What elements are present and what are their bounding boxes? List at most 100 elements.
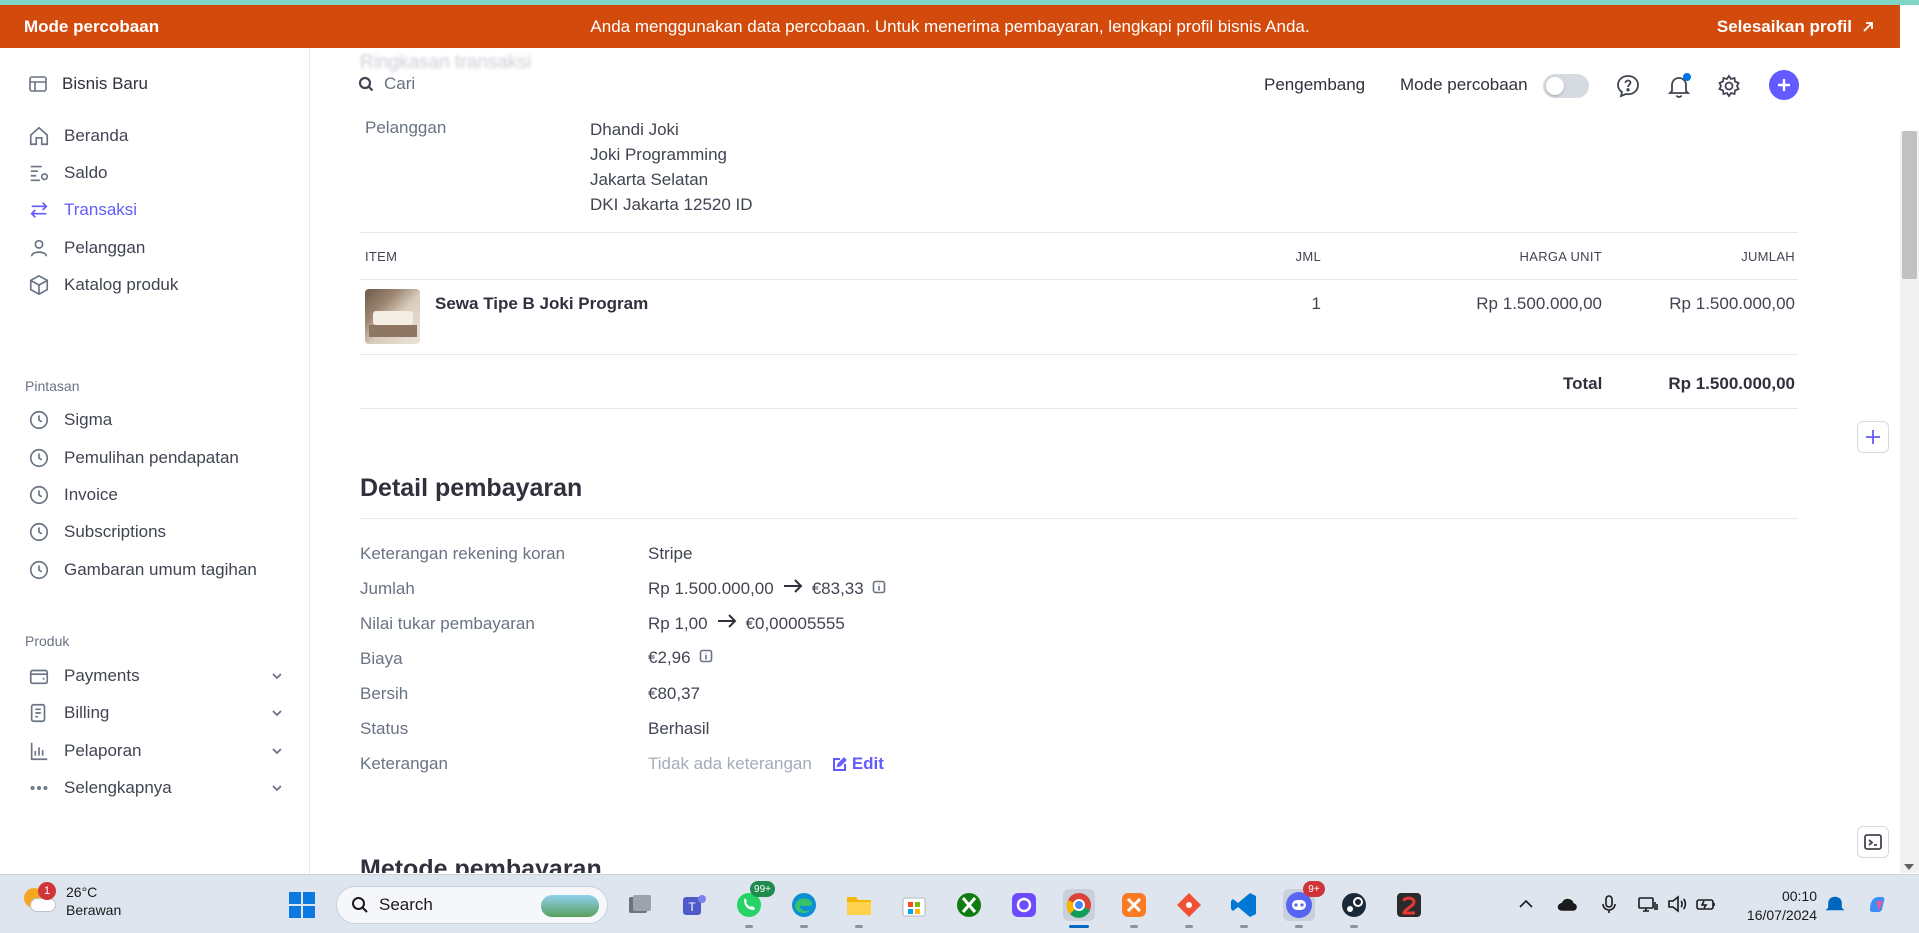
- complete-profile-label: Selesaikan profil: [1716, 16, 1852, 36]
- shortcut-invoice[interactable]: Invoice: [28, 481, 284, 509]
- scroll-down-arrow-icon[interactable]: [1903, 862, 1915, 872]
- info-icon[interactable]: [872, 579, 886, 599]
- chevron-down-icon: [272, 748, 282, 755]
- note-value: Tidak ada keterangan Edit: [648, 754, 884, 774]
- statement-descriptor-label: Keterangan rekening koran: [360, 544, 566, 563]
- xampp-app[interactable]: [1118, 889, 1150, 928]
- start-button[interactable]: [286, 889, 318, 921]
- system-clock[interactable]: 00:10 16/07/2024: [1737, 887, 1817, 925]
- battery-tray[interactable]: [1695, 893, 1717, 915]
- gear-icon: [1718, 74, 1740, 98]
- edit-label: Edit: [851, 754, 884, 773]
- rate-original: Rp 1,00: [648, 613, 708, 633]
- weather-badge: 1: [38, 882, 56, 900]
- customer-region: DKI Jakarta 12520 ID: [590, 195, 753, 214]
- task-view-button[interactable]: [623, 889, 655, 921]
- shortcut-subscriptions[interactable]: Subscriptions: [28, 518, 284, 546]
- shell-button[interactable]: [1857, 826, 1889, 858]
- show-hidden-icons[interactable]: [1515, 893, 1537, 915]
- complete-profile-link[interactable]: Selesaikan profil: [1717, 17, 1876, 37]
- divider: [360, 354, 1798, 355]
- copilot-icon: [1870, 897, 1885, 912]
- search-placeholder: Cari: [384, 74, 416, 93]
- git-app[interactable]: [1173, 889, 1205, 928]
- test-mode-label: Mode percobaan: [1400, 75, 1528, 94]
- steam-app[interactable]: [1338, 889, 1370, 928]
- home-icon: [29, 126, 49, 146]
- file-explorer-app[interactable]: [843, 889, 875, 928]
- net-label: Bersih: [360, 684, 409, 703]
- edge-icon: [792, 893, 816, 917]
- divider: [360, 279, 1798, 280]
- taskbar-search-label: Search: [379, 895, 433, 914]
- shortcut-revenue-recovery[interactable]: Pemulihan pendapatan: [28, 444, 284, 472]
- divider: [360, 518, 1798, 519]
- proton-app[interactable]: [1008, 889, 1040, 921]
- test-mode-toggle[interactable]: [1543, 74, 1589, 98]
- teams-icon: T: [683, 895, 706, 915]
- volume-tray[interactable]: [1666, 893, 1688, 915]
- store-app[interactable]: [898, 889, 930, 921]
- clock-date: 16/07/2024: [1746, 907, 1817, 923]
- xampp-icon: [1122, 893, 1146, 917]
- sidebar-item-label: Beranda: [64, 126, 129, 145]
- edge-app[interactable]: [788, 889, 820, 928]
- edit-note-button[interactable]: Edit: [832, 754, 884, 774]
- second-app[interactable]: [1393, 889, 1425, 921]
- store-icon: [29, 76, 47, 92]
- sidebar-item-transactions[interactable]: Transaksi: [28, 196, 284, 224]
- shortcut-label: Invoice: [64, 485, 118, 504]
- transactions-icon: [30, 202, 48, 218]
- whatsapp-app[interactable]: 99+: [733, 881, 775, 928]
- notifications-button[interactable]: [1666, 73, 1692, 99]
- shortcuts-label: Pintasan: [25, 378, 80, 394]
- taskbar-search[interactable]: Search: [336, 886, 608, 924]
- item-amount: Rp 1.500.000,00: [1669, 294, 1795, 313]
- sidebar-item-customers[interactable]: Pelanggan: [28, 234, 284, 262]
- wallet-icon: [29, 669, 49, 685]
- sidebar-item-billing[interactable]: Billing: [28, 699, 284, 727]
- search-highlight-image: [541, 895, 599, 917]
- shortcut-sigma[interactable]: Sigma: [28, 406, 284, 434]
- create-button[interactable]: [1769, 70, 1799, 100]
- search-input[interactable]: Cari: [358, 74, 415, 94]
- discord-app[interactable]: 9+: [1283, 881, 1325, 928]
- payment-method-title: Metode pembayaran: [360, 855, 602, 873]
- exchange-rate-label: Nilai tukar pembayaran: [360, 614, 535, 633]
- shortcut-billing-overview[interactable]: Gambaran umum tagihan: [28, 556, 284, 584]
- developers-link[interactable]: Pengembang: [1264, 75, 1365, 95]
- sidebar-item-reporting[interactable]: Pelaporan: [28, 737, 284, 765]
- settings-button[interactable]: [1716, 73, 1742, 99]
- copilot-button[interactable]: [1866, 893, 1896, 915]
- chrome-app[interactable]: [1063, 889, 1095, 928]
- network-tray[interactable]: [1637, 893, 1659, 915]
- business-switcher[interactable]: Bisnis Baru: [28, 74, 148, 94]
- sidebar-item-payments[interactable]: Payments: [28, 662, 284, 690]
- info-icon[interactable]: [699, 648, 713, 668]
- microphone-tray[interactable]: [1598, 893, 1620, 915]
- help-icon: [1617, 75, 1639, 98]
- xbox-app[interactable]: [953, 889, 985, 921]
- product-thumbnail: [365, 289, 420, 344]
- note-label: Keterangan: [360, 754, 448, 773]
- help-button[interactable]: [1615, 73, 1641, 99]
- folder-icon: [847, 897, 871, 915]
- add-panel-button[interactable]: [1857, 421, 1889, 453]
- col-header-unit-price: HARGA UNIT: [1519, 249, 1602, 264]
- sidebar-item-home[interactable]: Beranda: [28, 122, 284, 150]
- teams-app[interactable]: T: [678, 889, 710, 921]
- onedrive-tray[interactable]: [1556, 893, 1578, 915]
- scrollbar-thumb[interactable]: [1902, 131, 1917, 279]
- notification-center[interactable]: [1824, 893, 1846, 915]
- exchange-rate-value: Rp 1,00 €0,00005555: [648, 613, 845, 634]
- banner-message: Anda menggunakan data percobaan. Untuk m…: [590, 16, 1310, 36]
- status-text: Berhasil: [648, 719, 710, 738]
- plus-icon: [1778, 79, 1790, 91]
- weather-icon: 1: [22, 882, 56, 916]
- vscode-app[interactable]: [1228, 889, 1260, 928]
- plus-icon: [1866, 430, 1880, 444]
- sidebar-item-balance[interactable]: Saldo: [28, 159, 284, 187]
- sidebar-item-more[interactable]: Selengkapnya: [28, 774, 284, 802]
- weather-widget[interactable]: 1 26°C Berawan: [22, 882, 121, 919]
- sidebar-item-product-catalog[interactable]: Katalog produk: [28, 271, 284, 299]
